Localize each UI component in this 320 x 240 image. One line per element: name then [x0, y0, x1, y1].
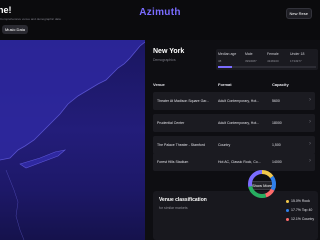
venue-format: Country — [218, 143, 231, 147]
legend-label: 15.0% Rock — [291, 199, 310, 203]
music-data-button[interactable]: Music Data — [2, 25, 29, 34]
city-subtitle: Demographics — [153, 58, 176, 62]
column-header-capacity[interactable]: Capacity — [272, 82, 289, 87]
legend-dot — [286, 217, 289, 221]
demo-female: Female 4348100 — [267, 52, 279, 63]
venue-name: The Palace Theater - Stamford — [157, 143, 205, 147]
venue-capacity: 1,500 — [272, 143, 281, 147]
legend-dot — [286, 208, 289, 212]
chevron-right-icon: › — [309, 119, 311, 125]
column-header-venue[interactable]: Venue — [153, 82, 165, 87]
legend-item: 12.1% Country — [286, 217, 314, 221]
venue-name: Forest Hills Stadium — [157, 160, 189, 164]
island — [19, 149, 67, 169]
legend-label: 12.1% Country — [291, 217, 315, 221]
legend-item: 15.0% Rock — [286, 199, 310, 203]
demo-label: Female — [267, 52, 279, 56]
legend-label: 17.7% Top 40 — [291, 208, 313, 212]
demo-label: Under 18 — [290, 52, 305, 56]
table-row[interactable]: Theater At Madison Square Gar... Adult C… — [153, 92, 315, 110]
chevron-right-icon: › — [309, 141, 311, 147]
venue-name: Prudential Center — [157, 121, 185, 125]
demographics-scroll-track[interactable] — [218, 66, 316, 68]
chevron-right-icon: › — [309, 158, 311, 164]
venue-capacity: 18000 — [272, 121, 282, 125]
demo-value: 4348100 — [267, 59, 279, 63]
table-row[interactable]: Prudential Center Adult Contemporary, Ho… — [153, 114, 315, 132]
demo-label: Median age — [218, 52, 237, 56]
venue-format: Hot AC, Classic Rock, Co... — [218, 160, 261, 164]
demo-value: 38 — [218, 59, 222, 63]
demo-label: Male — [245, 52, 253, 56]
venue-capacity: 14000 — [272, 160, 282, 164]
venue-format: Adult Contemporary, Hot... — [218, 121, 260, 125]
chevron-right-icon: › — [309, 97, 311, 103]
classification-donut — [248, 170, 276, 198]
demo-male: Male 3993087 — [245, 52, 257, 63]
demographics-scroll-thumb[interactable] — [218, 66, 232, 68]
table-row[interactable]: Forest Hills Stadium Hot AC, Classic Roc… — [153, 153, 315, 171]
classification-subtitle: for similar markets — [159, 206, 188, 210]
app-logo[interactable]: Azimuth — [0, 7, 320, 18]
venue-name: Theater At Madison Square Gar... — [157, 99, 210, 103]
coastline-map — [0, 40, 145, 240]
demo-value: 1734977 — [290, 59, 302, 63]
demo-median-age: Median age 38 — [218, 52, 236, 63]
demo-value: 3993087 — [245, 59, 257, 63]
city-name: New York — [153, 48, 185, 55]
column-header-format[interactable]: Format — [218, 82, 232, 87]
coastal-detail — [5, 169, 25, 240]
demo-under-18: Under 18 1734977 — [290, 52, 304, 63]
venue-capacity: 5600 — [272, 99, 280, 103]
classification-title: Venue classification — [159, 197, 207, 203]
map-view[interactable] — [0, 40, 145, 240]
venue-format: Adult Contemporary, Hot... — [218, 99, 260, 103]
new-research-button[interactable]: New Rese — [285, 8, 312, 19]
table-row[interactable]: The Palace Theater - Stamford Country 1,… — [153, 136, 315, 154]
legend-dot — [286, 199, 289, 203]
legend-item: 17.7% Top 40 — [286, 208, 312, 212]
